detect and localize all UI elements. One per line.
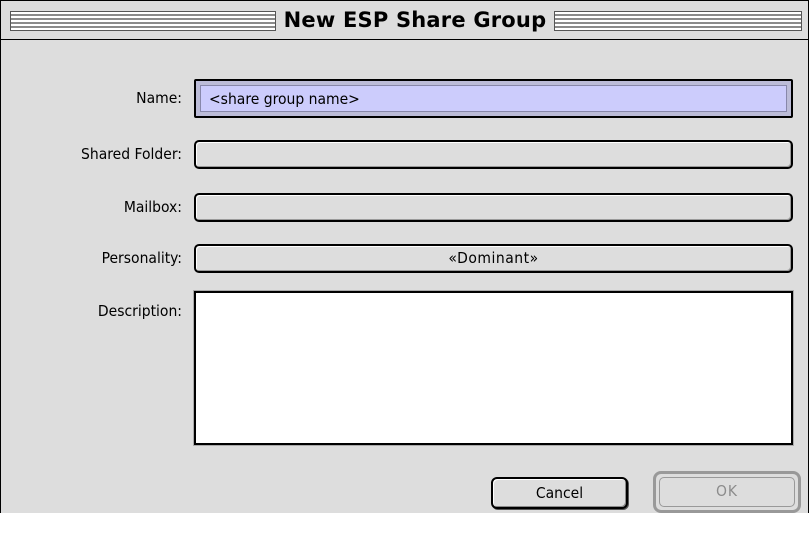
name-label: Name:	[136, 89, 182, 107]
shared-folder-label: Shared Folder:	[81, 145, 182, 163]
dialog-window: New ESP Share Group Name: <share group n…	[0, 0, 809, 513]
shared-folder-button[interactable]	[194, 140, 793, 169]
mailbox-button[interactable]	[194, 193, 793, 222]
personality-value: «Dominant»	[448, 249, 539, 267]
description-label: Description:	[97, 302, 182, 320]
personality-label: Personality:	[101, 249, 182, 267]
title-bar[interactable]: New ESP Share Group	[1, 1, 808, 40]
ok-button[interactable]: OK	[653, 471, 801, 513]
mailbox-label: Mailbox:	[123, 198, 182, 216]
description-textarea[interactable]	[194, 291, 793, 445]
ok-button-label: OK	[659, 477, 795, 507]
title-bar-stripes-right	[554, 11, 802, 31]
window-title: New ESP Share Group	[283, 8, 547, 32]
name-field[interactable]: <share group name>	[194, 79, 793, 118]
cancel-button[interactable]: Cancel	[491, 477, 628, 509]
title-bar-stripes-left	[10, 11, 276, 31]
name-field-value[interactable]: <share group name>	[200, 85, 787, 112]
personality-popup-button[interactable]: «Dominant»	[194, 244, 793, 273]
